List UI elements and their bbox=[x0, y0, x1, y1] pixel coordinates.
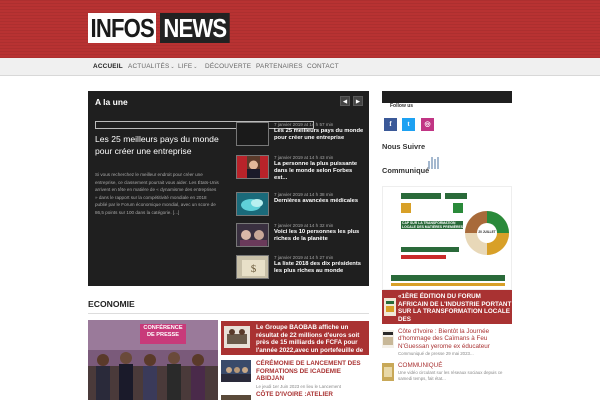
nav-item-decouverte[interactable]: DÉCOUVERTE bbox=[205, 58, 251, 76]
instagram-icon[interactable]: ◎ bbox=[421, 118, 434, 131]
featured-slider: A la une ◀ ▶ Les 25 meilleurs pays du mo… bbox=[88, 91, 369, 286]
featured-title[interactable]: Les 25 meilleurs pays du monde pour crée… bbox=[95, 133, 220, 157]
section-divider bbox=[88, 313, 369, 314]
site-header: INFOS NEWS bbox=[0, 0, 600, 58]
slider-item[interactable]: $ 7 janvier 2019 at 14 h 27 min La liste… bbox=[236, 255, 364, 285]
loading-bars-icon bbox=[428, 157, 441, 169]
nav-item-contact[interactable]: CONTACT bbox=[307, 58, 339, 76]
slider-next-button[interactable]: ▶ bbox=[353, 96, 363, 106]
slider-prev-button[interactable]: ◀ bbox=[340, 96, 350, 106]
slider-item-thumb bbox=[236, 223, 269, 247]
nav-item-actualites[interactable]: ACTUALITÉS⌄ bbox=[128, 58, 175, 76]
nav-item-partenaires[interactable]: PARTENAIRES bbox=[256, 58, 303, 76]
featured-excerpt: Si vous recherchez le meilleur endroit p… bbox=[95, 172, 219, 215]
follow-us-label: Follow us bbox=[390, 103, 414, 109]
section-title-economie: ECONOMIE bbox=[88, 299, 135, 309]
sidebar-item-sub: Une vidéo circulant sur les réseaux soci… bbox=[398, 370, 503, 381]
chevron-down-icon: ⌄ bbox=[170, 64, 175, 70]
sidebar-item-title: COMMUNIQUÉ bbox=[398, 362, 443, 369]
chevron-down-icon: ⌄ bbox=[193, 64, 198, 70]
economie-item-title: CÉRÉMONIE DE LANCEMENT DES FORMATIONS DE… bbox=[256, 360, 361, 383]
economie-highlight-thumb bbox=[224, 326, 250, 348]
slider-item[interactable]: 7 janvier 2019 at 14 h 57 min Les 25 mei… bbox=[236, 122, 364, 152]
sidebar-item-thumb bbox=[382, 330, 394, 348]
slider-title: A la une bbox=[95, 97, 128, 107]
slider-item[interactable]: 7 janvier 2019 at 14 h 43 min La personn… bbox=[236, 155, 364, 185]
economie-highlight-title: Le Groupe BAOBAB affiche un résultat de … bbox=[256, 324, 364, 354]
communique-title: Communiqué bbox=[382, 166, 430, 175]
communique-ad-image[interactable]: CAP SUR LA TRANSFORMATION LOCALE DES MAT… bbox=[382, 186, 512, 290]
arrow-left-icon: ◀ bbox=[342, 99, 348, 105]
slider-item[interactable]: 7 janvier 2019 at 14 h 32 min Voici les … bbox=[236, 223, 364, 253]
sidebar-item-thumb bbox=[382, 363, 394, 381]
slider-item-thumb bbox=[236, 155, 269, 179]
slider-item-thumb bbox=[236, 192, 269, 216]
svg-text:$: $ bbox=[251, 263, 257, 275]
economie-image-caption: CONFÉRENCE DE PRESSE bbox=[143, 325, 183, 338]
sidebar-item-title: Côte d'Ivoire : Bientôt la Journée d'hom… bbox=[398, 328, 490, 350]
economie-highlight[interactable]: Le Groupe BAOBAB affiche un résultat de … bbox=[221, 321, 369, 355]
facebook-icon[interactable]: f bbox=[384, 118, 397, 131]
nav-item-life[interactable]: LIFE⌄ bbox=[178, 58, 198, 76]
twitter-icon[interactable]: t bbox=[402, 118, 415, 131]
arrow-right-icon: ▶ bbox=[355, 99, 361, 105]
logo-part-news: NEWS bbox=[160, 13, 231, 43]
sidebar-highlight-title: «1ÈRE ÉDITION DU FORUM AFRICAIN DE L'IND… bbox=[398, 293, 512, 323]
logo-part-infos: INFOS bbox=[88, 13, 157, 43]
sidebar-item-sub: Communiqué de presse 29 mai 2023... bbox=[398, 351, 474, 356]
sidebar-highlight[interactable]: «1ÈRE ÉDITION DU FORUM AFRICAIN DE L'IND… bbox=[382, 290, 512, 324]
site-logo[interactable]: INFOS NEWS bbox=[88, 13, 242, 43]
ad-headline: CAP SUR LA TRANSFORMATION LOCALE DES MAT… bbox=[402, 221, 463, 229]
economie-featured-image[interactable]: CONFÉRENCE DE PRESSE bbox=[88, 320, 218, 400]
main-nav: ACCUEIL ACTUALITÉS⌄ LIFE⌄ DÉCOUVERTE PAR… bbox=[0, 58, 600, 76]
sidebar-header-bar bbox=[382, 91, 512, 103]
slider-item[interactable]: 7 janvier 2019 at 14 h 38 min Dernières … bbox=[236, 192, 364, 222]
nav-item-accueil[interactable]: ACCUEIL bbox=[93, 58, 123, 76]
economie-item-thumb bbox=[221, 360, 251, 382]
nous-suivre-title: Nous Suivre bbox=[382, 142, 426, 151]
slider-item-thumb: $ bbox=[236, 255, 269, 279]
slider-item-thumb bbox=[236, 122, 269, 146]
sidebar-highlight-thumb bbox=[384, 298, 396, 316]
economie-item-thumb bbox=[221, 391, 251, 400]
economie-item-title: CÔTE D'IVOIRE :ATELIER bbox=[256, 391, 333, 398]
economie-item-date: Le jeudi 1er Juin 2023 en lieu le Lancem… bbox=[256, 384, 341, 389]
ad-date-label: 20 JUILLET bbox=[478, 230, 496, 234]
